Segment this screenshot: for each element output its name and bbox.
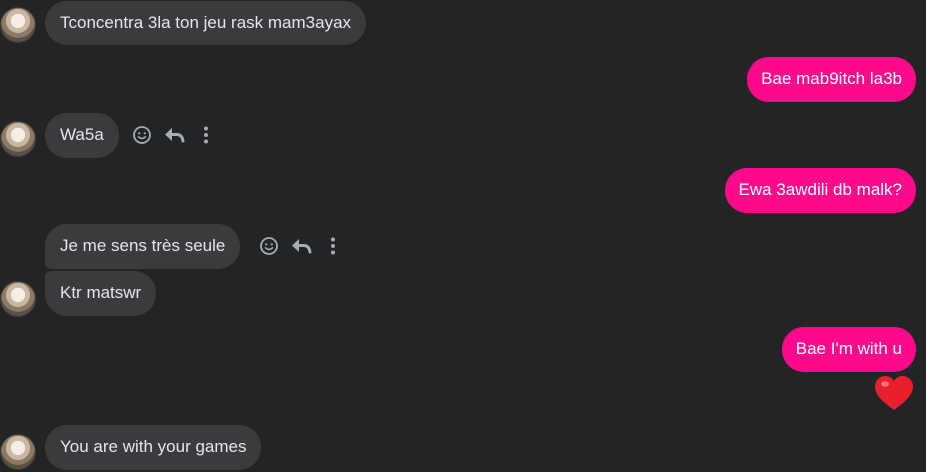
outgoing-message-bubble[interactable]: Bae mab9itch la3b [747,57,916,102]
message-actions [258,235,344,257]
more-options-icon[interactable] [195,124,217,146]
incoming-message-bubble[interactable]: Ktr matswr [45,271,157,316]
outgoing-message-bubble[interactable]: Bae I'm with u [781,327,916,372]
contact-avatar[interactable] [0,281,36,317]
more-options-icon[interactable] [322,235,344,257]
smiley-react-icon[interactable] [131,124,153,146]
smiley-react-icon[interactable] [258,235,280,257]
outgoing-message-bubble[interactable]: Ewa 3awdili db malk? [724,168,916,213]
red-heart-icon[interactable] [873,374,915,412]
incoming-message-bubble[interactable]: Je me sens très seule [45,224,241,269]
contact-avatar[interactable] [0,434,36,470]
message-actions [131,124,217,146]
reply-arrow-icon[interactable] [290,235,312,257]
contact-avatar[interactable] [0,121,36,157]
reply-arrow-icon[interactable] [163,124,185,146]
incoming-message-bubble[interactable]: Tconcentra 3la ton jeu rask mam3ayax [45,1,367,45]
contact-avatar[interactable] [0,7,36,43]
incoming-message-bubble[interactable]: Wa5a [45,113,119,158]
incoming-message-bubble[interactable]: You are with your games [45,425,262,470]
